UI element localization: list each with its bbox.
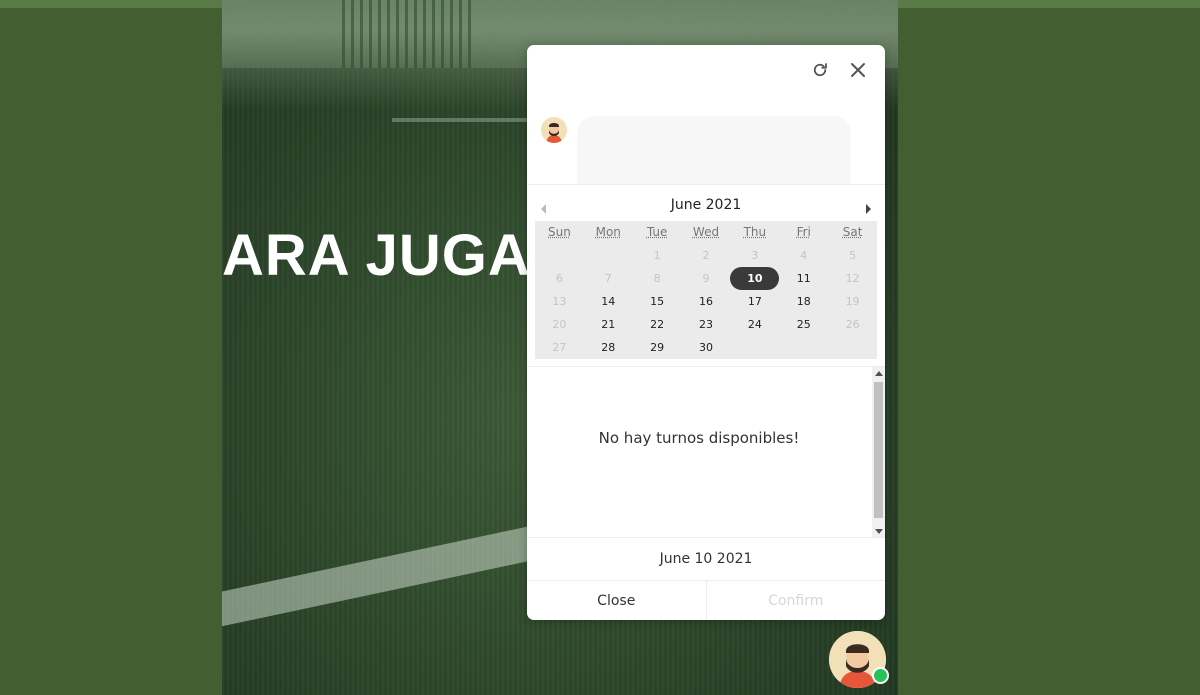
calendar-grid: Sun Mon Tue Wed Thu Fri Sat 1 2 3 4 5 6 7 8 9 10 11 12 13 14… (535, 221, 877, 359)
calendar-day: 4 (800, 249, 808, 262)
calendar-day (730, 336, 779, 359)
chat-launcher-button[interactable] (829, 631, 889, 688)
online-status-indicator (872, 667, 889, 684)
weekday-header: Mon (595, 225, 621, 239)
calendar-day[interactable]: 17 (730, 290, 779, 313)
calendar-day (828, 336, 877, 359)
calendar-day[interactable]: 25 (779, 313, 828, 336)
calendar-day: 6 (555, 272, 563, 285)
time-slots-panel: No hay turnos disponibles! (527, 366, 885, 538)
weekday-header: Tue (646, 225, 668, 239)
calendar-day: 27 (552, 341, 567, 354)
top-left-strip (0, 0, 222, 8)
weekday-header: Sat (842, 225, 863, 239)
calendar-day: 13 (552, 295, 567, 308)
calendar-day: 7 (604, 272, 612, 285)
scroll-thumb[interactable] (874, 382, 883, 518)
weekday-header: Wed (692, 225, 720, 239)
calendar-day[interactable]: 30 (682, 336, 731, 359)
close-icon[interactable] (847, 59, 869, 81)
calendar-day[interactable]: 22 (633, 313, 682, 336)
calendar-day: 20 (552, 318, 567, 331)
calendar-day[interactable]: 29 (633, 336, 682, 359)
calendar-day: 1 (653, 249, 661, 262)
weekday-header: Fri (796, 225, 811, 239)
calendar-day[interactable]: 16 (682, 290, 731, 313)
calendar: June 2021 Sun Mon Tue Wed Thu Fri Sat 1 2 3 4 5 6 7 8 9… (527, 184, 885, 366)
calendar-day: 9 (702, 272, 710, 285)
calendar-day[interactable]: 23 (682, 313, 731, 336)
top-right-strip (898, 0, 1200, 8)
calendar-day: 2 (702, 249, 710, 262)
calendar-day: 19 (845, 295, 860, 308)
calendar-day[interactable]: 15 (633, 290, 682, 313)
calendar-day[interactable]: 24 (730, 313, 779, 336)
hero-title: ARA JUGAR (222, 223, 574, 288)
chevron-right-icon[interactable] (863, 200, 873, 214)
calendar-day[interactable]: 14 (584, 290, 633, 313)
widget-footer: Close Confirm (527, 580, 885, 620)
booking-widget: June 2021 Sun Mon Tue Wed Thu Fri Sat 1 2 3 4 5 6 7 8 9… (527, 45, 885, 620)
calendar-day (584, 244, 633, 267)
calendar-day[interactable]: 18 (779, 290, 828, 313)
calendar-day (779, 336, 828, 359)
weekday-header: Thu (743, 225, 767, 239)
no-slots-message: No hay turnos disponibles! (598, 429, 800, 447)
calendar-day: 26 (845, 318, 860, 331)
calendar-day[interactable]: 21 (584, 313, 633, 336)
scroll-down-arrow-icon[interactable] (875, 529, 883, 534)
calendar-day: 5 (849, 249, 857, 262)
hero-net (342, 0, 472, 68)
selected-date-label: June 10 2021 (527, 537, 885, 581)
calendar-day (535, 244, 584, 267)
calendar-day-selected[interactable]: 10 (730, 267, 780, 290)
slots-scrollbar[interactable] (872, 367, 885, 538)
calendar-day: 8 (653, 272, 661, 285)
scroll-up-arrow-icon[interactable] (875, 371, 883, 376)
calendar-header: June 2021 (527, 185, 885, 223)
calendar-day: 12 (845, 272, 860, 285)
widget-header-actions (809, 59, 869, 81)
bot-avatar-icon (541, 117, 567, 143)
refresh-icon[interactable] (809, 59, 831, 81)
calendar-day[interactable]: 11 (779, 267, 828, 290)
confirm-button[interactable]: Confirm (707, 581, 886, 620)
calendar-month-label: June 2021 (670, 197, 742, 213)
calendar-day: 3 (751, 249, 759, 262)
close-button[interactable]: Close (527, 581, 707, 620)
weekday-header: Sun (548, 225, 571, 239)
calendar-day[interactable]: 28 (584, 336, 633, 359)
